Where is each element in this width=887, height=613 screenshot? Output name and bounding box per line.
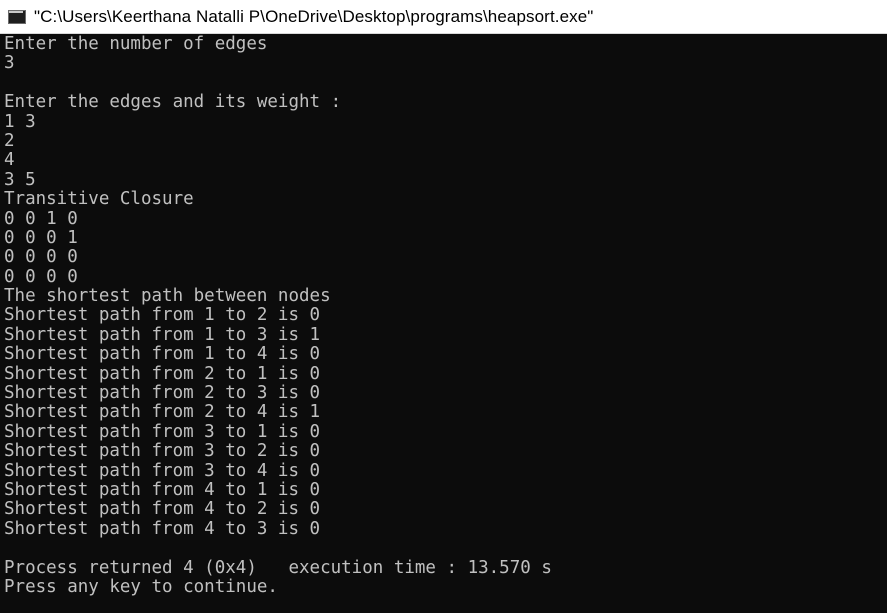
console-line: The shortest path between nodes bbox=[4, 286, 331, 307]
title-bar[interactable]: "C:\Users\Keerthana Natalli P\OneDrive\D… bbox=[0, 0, 887, 34]
window-title: "C:\Users\Keerthana Natalli P\OneDrive\D… bbox=[34, 6, 594, 26]
console-line: 4 bbox=[4, 150, 15, 171]
console-line: Shortest path from 1 to 2 is 0 bbox=[4, 305, 321, 326]
console-line: Shortest path from 3 to 1 is 0 bbox=[4, 421, 321, 442]
console-line: 2 bbox=[4, 130, 15, 151]
console-line: 0 0 0 0 bbox=[4, 247, 78, 268]
console-line: 3 bbox=[4, 53, 15, 74]
console-line: 1 3 bbox=[4, 111, 36, 132]
console-output[interactable]: Enter the number of edges 3 Enter the edge… bbox=[0, 34, 887, 597]
console-line: Shortest path from 1 to 4 is 0 bbox=[4, 344, 321, 365]
console-line: Process returned 4 (0x4) execution time … bbox=[4, 557, 552, 578]
console-line: 3 5 bbox=[4, 169, 36, 190]
console-line: 0 0 0 1 bbox=[4, 227, 78, 248]
console-line: Shortest path from 4 to 1 is 0 bbox=[4, 479, 321, 500]
console-line: 0 0 0 0 bbox=[4, 266, 78, 287]
console-line: Transitive Closure bbox=[4, 189, 194, 210]
console-line: 0 0 1 0 bbox=[4, 208, 78, 229]
console-window[interactable]: "C:\Users\Keerthana Natalli P\OneDrive\D… bbox=[0, 0, 887, 613]
console-line: Shortest path from 3 to 4 is 0 bbox=[4, 460, 321, 481]
console-line: Enter the number of edges bbox=[4, 34, 268, 54]
console-line: Shortest path from 2 to 1 is 0 bbox=[4, 363, 321, 384]
console-app-icon bbox=[8, 9, 26, 24]
console-line: Shortest path from 4 to 3 is 0 bbox=[4, 518, 321, 539]
console-line: Press any key to continue. bbox=[4, 576, 278, 597]
console-line: Shortest path from 4 to 2 is 0 bbox=[4, 499, 321, 520]
console-line: Shortest path from 2 to 4 is 1 bbox=[4, 402, 321, 423]
console-line: Enter the edges and its weight : bbox=[4, 92, 342, 113]
console-line: Shortest path from 3 to 2 is 0 bbox=[4, 441, 321, 462]
console-line: Shortest path from 1 to 3 is 1 bbox=[4, 324, 321, 345]
console-line: Shortest path from 2 to 3 is 0 bbox=[4, 383, 321, 404]
